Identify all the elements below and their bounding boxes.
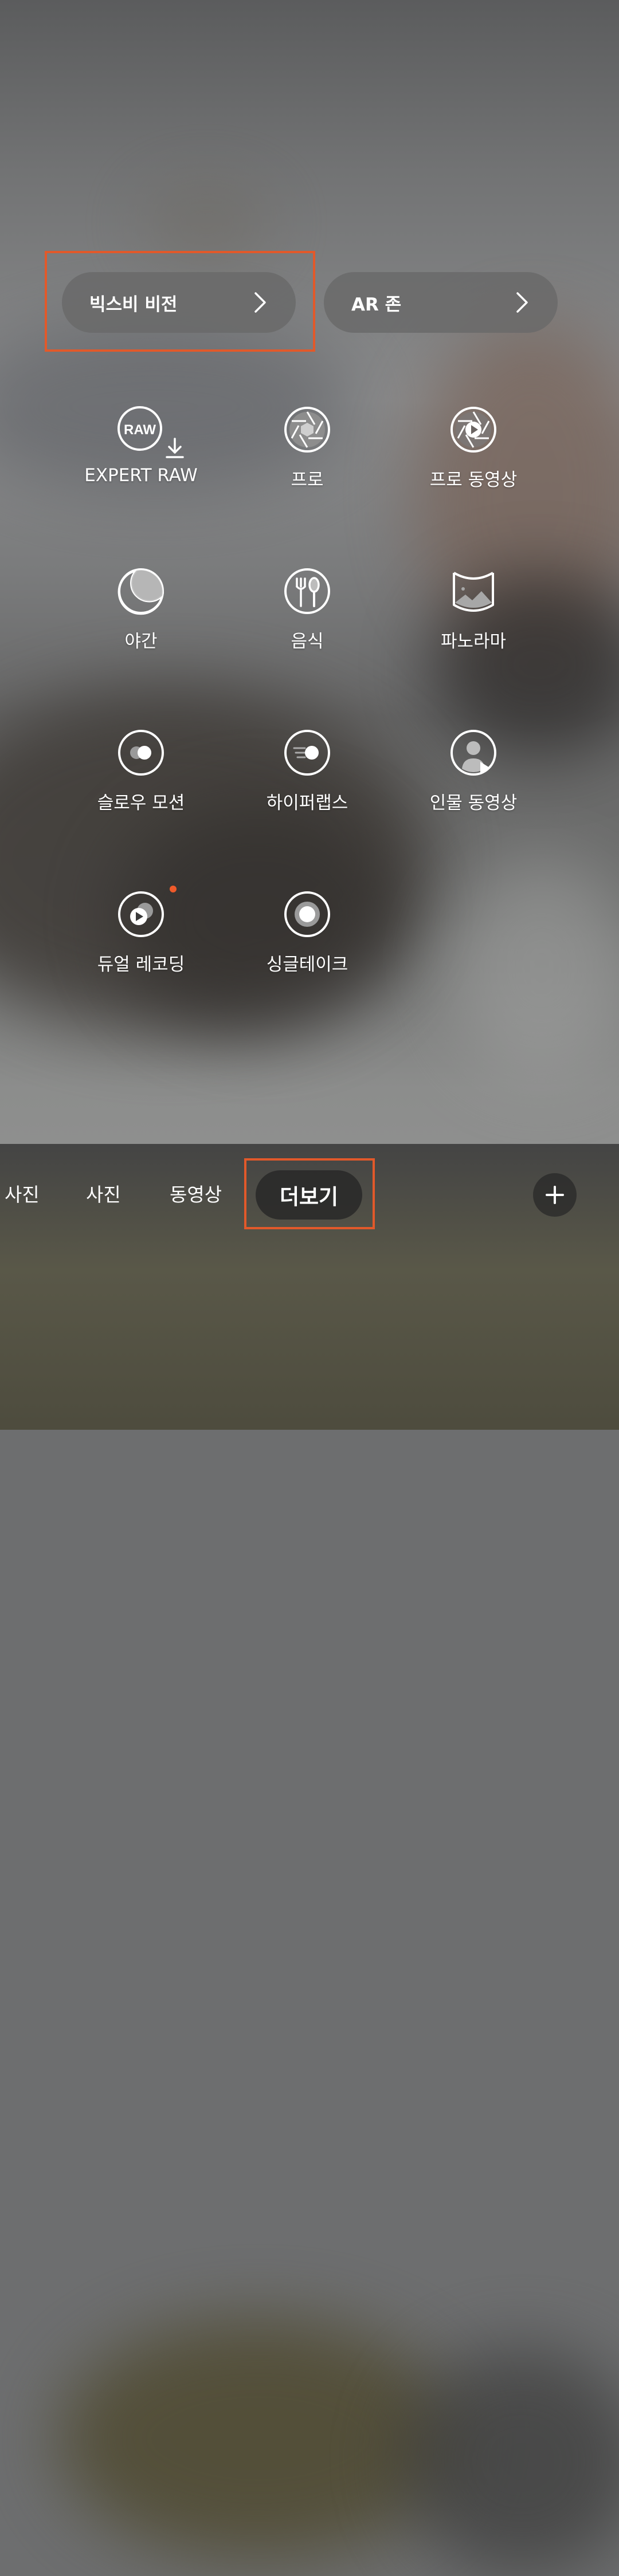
ar-zone-label: AR 존	[351, 294, 402, 315]
mode-pro-video[interactable]: 프로 동영상	[390, 406, 557, 491]
ar-zone-button[interactable]: AR 존	[324, 272, 558, 333]
mode-slow-motion[interactable]: 슬로우 모션	[58, 729, 224, 814]
highlight-box-more	[244, 1158, 375, 1229]
mode-panorama[interactable]: 파노라마	[390, 567, 557, 652]
mode-portrait-video[interactable]: 인물 동영상	[390, 729, 557, 814]
new-badge	[170, 886, 177, 892]
chevron-right-icon	[516, 292, 528, 313]
tab-video[interactable]: 동영상	[170, 1180, 222, 1210]
plus-icon	[546, 1186, 564, 1204]
tab-photo-partial[interactable]: 사진	[5, 1180, 40, 1210]
mode-label: 싱글테이크	[266, 954, 348, 975]
aperture-icon	[283, 406, 331, 454]
mode-hyperlapse[interactable]: 하이퍼랩스	[224, 729, 390, 814]
mode-food[interactable]: 음식	[224, 567, 390, 652]
highlight-box-bixby-vision	[45, 251, 315, 352]
mode-label: 프로 동영상	[429, 470, 518, 490]
moon-icon	[117, 567, 165, 615]
mode-single-take[interactable]: 싱글테이크	[224, 890, 390, 976]
aperture-play-icon	[449, 406, 497, 454]
fork-spoon-icon	[283, 567, 331, 615]
mode-expert-raw[interactable]: RAW EXPERT RAW	[58, 406, 224, 486]
mode-label: 인물 동영상	[429, 793, 518, 813]
mode-label: EXPERT RAW	[84, 465, 198, 486]
add-mode-button[interactable]	[533, 1173, 577, 1217]
mode-label: 음식	[291, 631, 324, 652]
mode-label: 야간	[124, 631, 158, 652]
portrait-video-icon	[449, 729, 497, 777]
mode-label: 슬로우 모션	[97, 793, 185, 813]
svg-text:RAW: RAW	[124, 422, 156, 438]
mode-label: 프로	[291, 470, 324, 490]
mode-pro[interactable]: 프로	[224, 406, 390, 491]
tab-photo[interactable]: 사진	[86, 1180, 121, 1210]
panorama-icon	[449, 567, 497, 615]
slow-motion-icon	[117, 729, 165, 777]
hyperlapse-icon	[283, 729, 331, 777]
mode-dual-recording[interactable]: 듀얼 레코딩	[58, 886, 224, 976]
mode-label: 하이퍼랩스	[266, 793, 348, 813]
raw-download-icon: RAW	[117, 406, 184, 458]
mode-label: 파노라마	[440, 631, 507, 652]
mode-night[interactable]: 야간	[58, 567, 224, 652]
mode-label: 듀얼 레코딩	[97, 954, 185, 975]
single-take-icon	[283, 890, 331, 938]
dual-recording-icon	[117, 886, 177, 938]
